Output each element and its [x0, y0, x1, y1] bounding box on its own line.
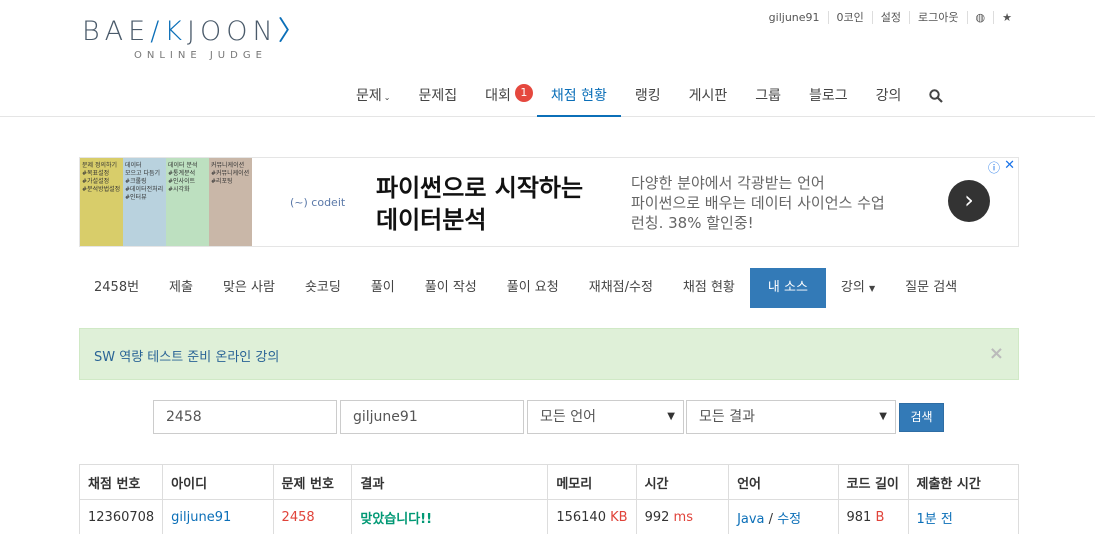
col-header-memory: 메모리 [547, 464, 637, 500]
search-icon[interactable] [915, 76, 957, 117]
settings-link[interactable]: 설정 [871, 11, 909, 24]
problem-subnav: 2458번 제출 맞은 사람 숏코딩 풀이 풀이 작성 풀이 요청 재채점/수정… [79, 268, 972, 308]
globe-icon[interactable]: ◍ [966, 11, 994, 24]
result-label: 맞았습니다!! [351, 499, 549, 534]
username-link[interactable]: giljune91 [761, 11, 828, 24]
table-row: 12360708 giljune91 2458 맞았습니다!! 156140 K… [78, 499, 1019, 534]
col-header-time: 시간 [635, 464, 730, 500]
logo-wordmark: BAE/KJOON〉 [82, 16, 310, 47]
main-nav: 문제 ⌄ 문제집 대회 1 채점 현황 랭킹 게시판 그룹 블로그 강의 [342, 76, 957, 117]
nav-groups[interactable]: 그룹 [741, 76, 795, 117]
caret-down-icon: ▼ [868, 284, 876, 293]
top-user-bar: giljune91 0코인 설정 로그아웃 ◍ ★ [761, 11, 1020, 24]
tab-write-solution[interactable]: 풀이 작성 [410, 268, 492, 308]
nav-ranking[interactable]: 랭킹 [621, 76, 675, 117]
nav-lectures[interactable]: 강의 [862, 76, 916, 117]
user-link[interactable]: giljune91 [162, 499, 274, 534]
tab-status[interactable]: 채점 현황 [668, 268, 750, 308]
close-icon[interactable]: × [989, 343, 1004, 364]
tab-submit[interactable]: 제출 [154, 268, 208, 308]
source-link[interactable]: Java [737, 512, 764, 527]
promo-alert: SW 역량 테스트 준비 온라인 강의 × [79, 328, 1019, 380]
language-cell: Java / 수정 [728, 499, 839, 534]
problem-id-input[interactable]: 2458 [153, 400, 337, 434]
site-logo[interactable]: BAE/KJOON〉 ONLINE JUDGE [82, 15, 310, 61]
ad-close-icon[interactable]: ✕ [1004, 158, 1015, 173]
ad-thumb-collect: 데이터 모으고 다듬기 #크롤링 #데이터전처리 #인터뷰 [123, 158, 166, 246]
submitted-time-link[interactable]: 1분 전 [907, 499, 1019, 534]
ad-next-arrow-icon[interactable]: › [948, 180, 990, 222]
star-icon[interactable]: ★ [993, 11, 1020, 24]
ad-thumbnails: 문제 정의하기 #목표설정 #가설설정 #분석방법설정 데이터 모으고 다듬기 #크롤링 #… [80, 158, 252, 246]
nav-problems[interactable]: 문제 ⌄ [342, 76, 404, 117]
tab-problem[interactable]: 2458번 [79, 268, 154, 308]
col-header-user: 아이디 [162, 464, 274, 500]
nav-contests[interactable]: 대회 1 [471, 76, 537, 117]
code-length-cell: 981 B [837, 499, 909, 534]
ad-description: 다양한 분야에서 각광받는 언어 파이썬으로 배우는 데이터 사이언스 수업 런… [631, 174, 885, 232]
col-header-language: 언어 [728, 464, 839, 500]
table-header-row: 채점 번호 아이디 문제 번호 결과 메모리 시간 언어 코드 길이 제출한 시… [78, 464, 1019, 500]
ad-banner[interactable]: 문제 정의하기 #목표설정 #가설설정 #분석방법설정 데이터 모으고 다듬기 #크롤링 #… [79, 157, 1019, 247]
header: BAE/KJOON〉 ONLINE JUDGE giljune91 0코인 설정… [0, 0, 1095, 117]
logo-subtitle: ONLINE JUDGE [134, 50, 267, 61]
col-header-problem: 문제 번호 [272, 464, 353, 500]
logo-k: /K [150, 16, 188, 47]
problem-link[interactable]: 2458 [272, 499, 353, 534]
ad-thumb-analyze: 데이터 분석 #통계분석 #인사이트 #시각화 [166, 158, 209, 246]
edit-link[interactable]: 수정 [777, 512, 801, 527]
dropdown-arrow-icon: ▼ [879, 411, 887, 422]
result-select[interactable]: 모든 결과 ▼ [686, 400, 896, 434]
nav-board[interactable]: 게시판 [675, 76, 742, 117]
dropdown-arrow-icon: ▼ [667, 411, 675, 422]
logo-chevron: 〉 [277, 16, 310, 47]
status-table: 채점 번호 아이디 문제 번호 결과 메모리 시간 언어 코드 길이 제출한 시… [78, 464, 1019, 534]
tab-question-search[interactable]: 질문 검색 [890, 268, 972, 308]
ad-brand-logo: (~) codeit [290, 196, 346, 209]
tab-short-coding[interactable]: 숏코딩 [290, 268, 356, 308]
memory-cell: 156140 KB [547, 499, 637, 534]
tab-lectures[interactable]: 강의 ▼ [826, 268, 890, 308]
col-header-submitted: 제출한 시간 [907, 464, 1019, 500]
ad-title: 파이썬으로 시작하는 데이터분석 [376, 174, 584, 234]
col-header-code-length: 코드 길이 [837, 464, 909, 500]
ad-thumb-communicate: 커뮤니케이션 #커뮤니케이션 #리포팅 [209, 158, 252, 246]
user-id-input[interactable]: giljune91 [340, 400, 524, 434]
col-header-result: 결과 [351, 464, 549, 500]
tab-rejudge[interactable]: 재채점/수정 [574, 268, 668, 308]
tab-request-solution[interactable]: 풀이 요청 [492, 268, 574, 308]
tab-solutions[interactable]: 풀이 [356, 268, 410, 308]
ad-info-icon[interactable]: ⓘ [988, 159, 1000, 176]
alert-link[interactable]: SW 역량 테스트 준비 온라인 강의 [94, 346, 279, 365]
chevron-down-icon: ⌄ [383, 93, 391, 102]
language-select[interactable]: 모든 언어 ▼ [527, 400, 684, 434]
col-header-submission-id: 채점 번호 [78, 464, 164, 500]
search-button[interactable]: 검색 [899, 403, 944, 432]
logout-link[interactable]: 로그아웃 [909, 11, 966, 24]
contest-count-badge: 1 [514, 84, 533, 102]
nav-blog[interactable]: 블로그 [795, 76, 862, 117]
coin-link[interactable]: 0코인 [827, 11, 872, 24]
submission-id: 12360708 [78, 499, 164, 534]
time-cell: 992 ms [635, 499, 730, 534]
tab-my-source[interactable]: 내 소스 [749, 268, 826, 308]
nav-workbooks[interactable]: 문제집 [404, 76, 471, 117]
nav-status[interactable]: 채점 현황 [536, 76, 621, 117]
tab-accepted-users[interactable]: 맞은 사람 [208, 268, 290, 308]
ad-thumb-define: 문제 정의하기 #목표설정 #가설설정 #분석방법설정 [80, 158, 123, 246]
